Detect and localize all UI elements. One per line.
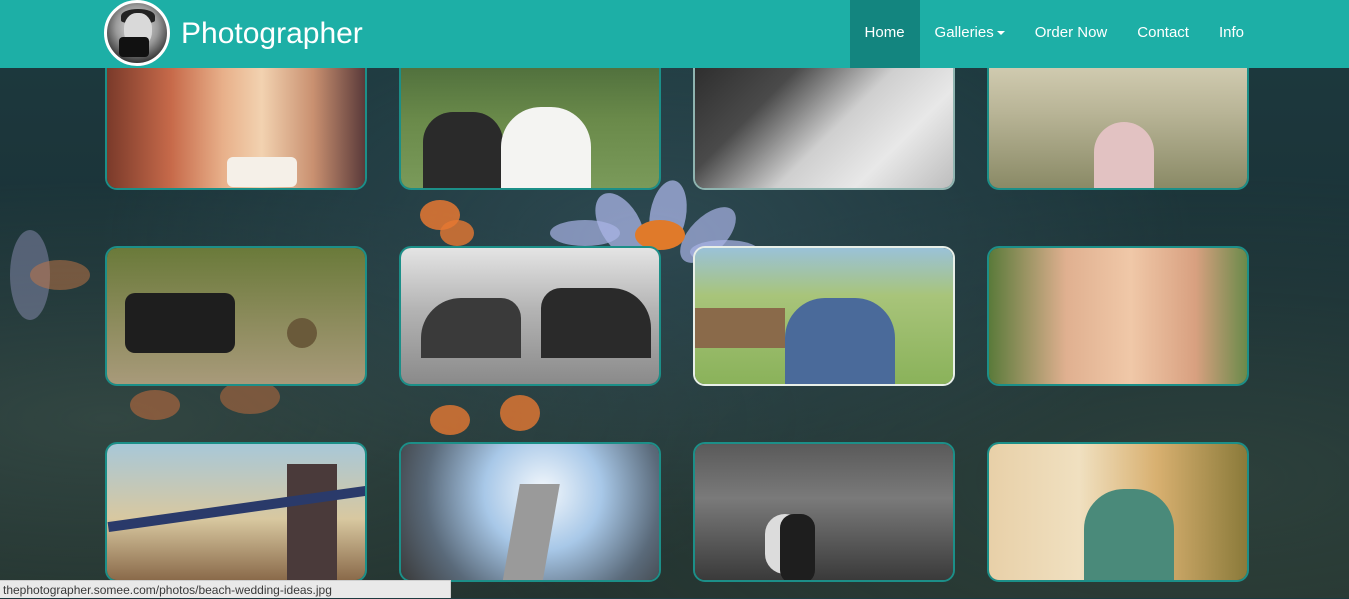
brand-title[interactable]: Photographer bbox=[181, 16, 363, 52]
nav-contact[interactable]: Contact bbox=[1122, 0, 1204, 68]
nav-home[interactable]: Home bbox=[849, 0, 920, 68]
skyscraper-fisheye-photo[interactable] bbox=[399, 442, 661, 582]
family-portrait-photo[interactable] bbox=[987, 246, 1249, 386]
bride-groom-lake-photo[interactable] bbox=[399, 50, 661, 190]
bride-lying-veil-photo[interactable] bbox=[693, 50, 955, 190]
tower-bridge-photo[interactable] bbox=[105, 442, 367, 582]
camera-and-birds-photo[interactable] bbox=[105, 246, 367, 386]
two-girls-lake-photo[interactable] bbox=[987, 50, 1249, 190]
couple-stormy-sky-photo[interactable] bbox=[693, 442, 955, 582]
family-autumn-field-photo[interactable] bbox=[987, 442, 1249, 582]
nav-info[interactable]: Info bbox=[1204, 0, 1259, 68]
top-navbar: Photographer Home Galleries Order Now Co… bbox=[0, 0, 1349, 68]
nav-order-now[interactable]: Order Now bbox=[1020, 0, 1123, 68]
main-nav: Home Galleries Order Now Contact Info bbox=[849, 0, 1259, 68]
caret-down-icon bbox=[996, 31, 1005, 36]
photographer-avatar[interactable] bbox=[104, 0, 170, 66]
birthday-party-photo[interactable] bbox=[105, 50, 367, 190]
photo-gallery bbox=[0, 0, 1349, 598]
nav-galleries[interactable]: Galleries bbox=[920, 0, 1020, 68]
family-farm-photo[interactable] bbox=[693, 246, 955, 386]
browser-status-url: thephotographer.somee.com/photos/beach-w… bbox=[0, 580, 451, 598]
couple-black-white-photo[interactable] bbox=[399, 246, 661, 386]
